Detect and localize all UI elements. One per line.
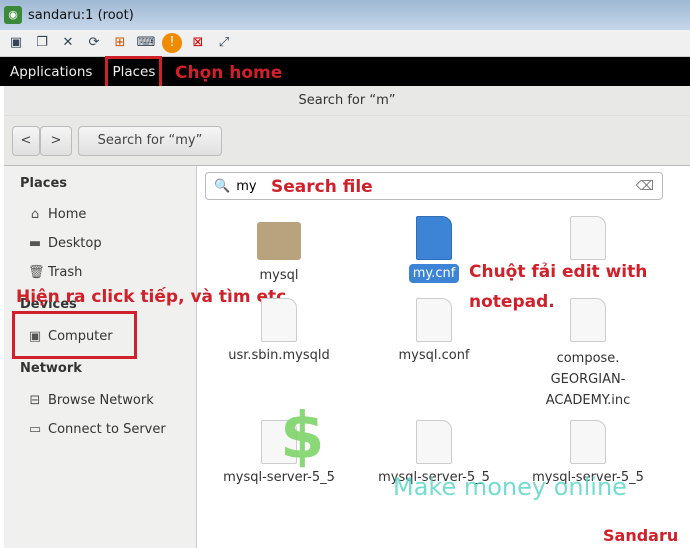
highlight-computer: [12, 311, 137, 359]
tools-icon[interactable]: ✕: [58, 33, 78, 53]
places-heading: Places: [20, 176, 68, 191]
file-icon: [261, 298, 297, 342]
file-icon: [570, 420, 606, 464]
clear-icon[interactable]: ⌫: [636, 179, 654, 194]
file-item[interactable]: compose. GEORGIAN-ACADEMY.inc: [528, 298, 648, 411]
sidebar-item-home[interactable]: ⌂ Home: [28, 207, 87, 222]
trash-icon: 🗑: [28, 265, 45, 280]
annotation-file-1: Chuột fải edit with: [469, 262, 648, 282]
sidebar-item-trash[interactable]: 🗑 Trash: [28, 265, 82, 280]
annotation-search: Search file: [271, 177, 373, 197]
back-button[interactable]: <: [12, 126, 40, 156]
fullscreen-icon[interactable]: ⤢: [214, 33, 234, 53]
disconnect-icon[interactable]: ⊠: [188, 33, 208, 53]
home-icon: ⌂: [30, 207, 40, 222]
windows-icon[interactable]: ⊞: [110, 33, 130, 53]
folder-icon: [257, 222, 301, 260]
file-item[interactable]: usr.sbin.mysqld: [219, 298, 339, 363]
file-name: mysql: [259, 268, 299, 283]
alert-icon[interactable]: !: [162, 33, 182, 53]
author-label: Sandaru: [603, 526, 679, 545]
network-icon: ⊟: [29, 393, 41, 408]
file-icon: [570, 216, 606, 260]
file-name: mysql.conf: [398, 348, 470, 363]
file-name: compose. GEORGIAN-ACADEMY.inc: [545, 351, 631, 408]
file-item[interactable]: mysql: [219, 218, 339, 283]
applications-menu[interactable]: Applications: [0, 64, 102, 80]
app-icon: ◉: [4, 6, 22, 24]
desktop-icon: ▬: [28, 236, 42, 251]
file-icon: [416, 420, 452, 464]
window-title: sandaru:1 (root): [28, 7, 134, 23]
forward-button[interactable]: >: [40, 126, 72, 156]
search-icon: 🔍: [214, 178, 231, 194]
window-header: Search for “m”: [4, 86, 690, 116]
annotation-file-2: notepad.: [469, 292, 555, 312]
nav-bar: < > Search for “my”: [4, 116, 690, 166]
file-name: usr.sbin.mysqld: [228, 348, 330, 363]
file-icon: [416, 298, 452, 342]
search-value: my: [236, 178, 257, 194]
keyboard-icon[interactable]: ⌨: [136, 33, 156, 53]
sidebar-item-desktop[interactable]: ▬ Desktop: [28, 236, 102, 251]
toolbar: ▣ ❐ ✕ ⟳ ⊞ ⌨ ! ⊠ ⤢: [0, 30, 690, 57]
dollar-logo-icon: $: [280, 400, 325, 474]
file-icon: [570, 298, 606, 342]
label: Desktop: [48, 236, 102, 251]
file-name: my.cnf: [408, 264, 460, 283]
network-heading: Network: [20, 361, 82, 376]
window-titlebar: ◉ sandaru:1 (root): [0, 0, 690, 30]
monitor-icon[interactable]: ▣: [6, 33, 26, 53]
watermark: Make money online: [393, 473, 627, 501]
label: Home: [48, 207, 87, 222]
top-panel: Applications Places: [0, 57, 690, 86]
breadcrumb-search[interactable]: Search for “my”: [78, 126, 222, 156]
label: Trash: [48, 265, 83, 280]
copy-icon[interactable]: ❐: [32, 33, 52, 53]
file-icon: [416, 216, 452, 260]
refresh-icon[interactable]: ⟳: [84, 33, 104, 53]
label: Browse Network: [48, 393, 154, 408]
annotation-places: Chọn home: [175, 63, 283, 83]
sidebar-item-browse-network[interactable]: ⊟ Browse Network: [28, 393, 154, 408]
label: Connect to Server: [48, 422, 166, 437]
server-icon: ▭: [28, 422, 42, 437]
sidebar-item-connect-server[interactable]: ▭ Connect to Server: [28, 422, 166, 437]
